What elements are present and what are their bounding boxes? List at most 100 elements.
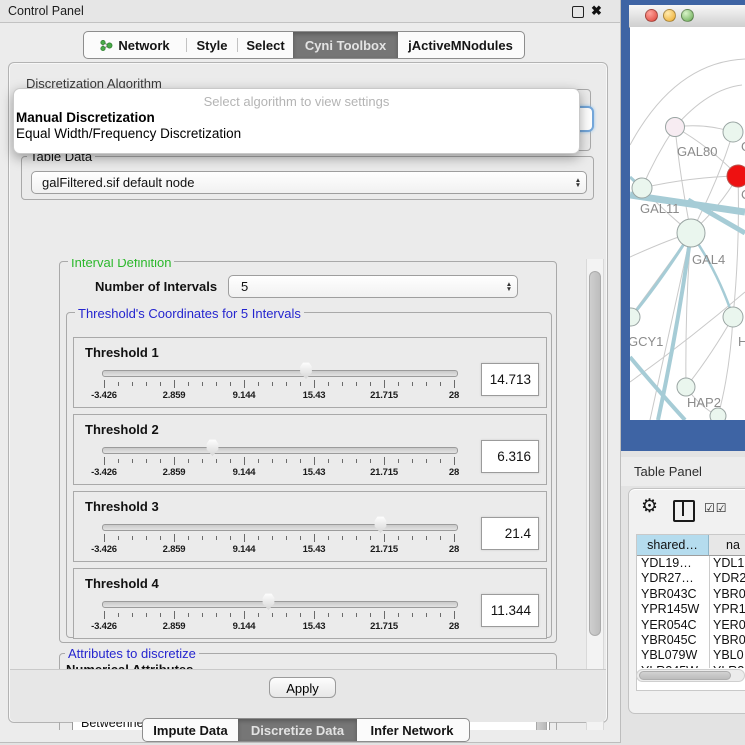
threshold-label: Threshold 2 xyxy=(85,422,159,437)
network-node-label: C xyxy=(741,187,745,202)
network-node-label: GAL4 xyxy=(692,252,725,267)
dropdown-option-manual[interactable]: Manual Discretization xyxy=(16,110,155,125)
minimize-traffic-light[interactable] xyxy=(663,9,676,22)
interval-definition-group: Interval Definition Number of Intervals … xyxy=(59,261,557,643)
threshold-4-panel: Threshold 4 -3.4262.8599.14415.4321.7152… xyxy=(73,568,547,639)
table-cell: YDL19… xyxy=(637,556,710,571)
float-window-icon[interactable] xyxy=(572,6,584,18)
table-panel-title: Table Panel xyxy=(634,464,702,479)
table-cell: YBL0 xyxy=(713,648,745,663)
threshold-slider-track[interactable] xyxy=(102,601,458,608)
threshold-value-field[interactable]: 6.316 xyxy=(481,440,539,473)
tab-network[interactable]: Network xyxy=(84,32,186,58)
threshold-slider-track[interactable] xyxy=(102,524,458,531)
dropdown-prompt: Select algorithm to view settings xyxy=(14,94,579,109)
table-row[interactable]: YDR27…YDR2 xyxy=(637,571,745,586)
interval-definition-title: Interval Definition xyxy=(68,259,174,269)
close-traffic-light[interactable] xyxy=(645,9,658,22)
table-cell: YPR145W xyxy=(637,602,710,617)
threshold-slider-track[interactable] xyxy=(102,447,458,454)
close-icon[interactable]: ✖ xyxy=(591,3,602,19)
table-hscrollbar-thumb[interactable] xyxy=(639,671,731,680)
control-panel-titlebar: Control Panel ✖ xyxy=(0,0,620,23)
threshold-label: Threshold 3 xyxy=(85,499,159,514)
tab-style[interactable]: Style xyxy=(187,32,237,58)
number-of-intervals-value: 5 xyxy=(229,279,501,294)
tab-impute-data[interactable]: Impute Data xyxy=(143,719,238,741)
network-node-c[interactable] xyxy=(727,165,745,187)
panel-scrollbar-thumb[interactable] xyxy=(589,271,601,636)
apply-button[interactable]: Apply xyxy=(269,677,336,698)
zoom-traffic-light[interactable] xyxy=(681,9,694,22)
threshold-2-panel: Threshold 2 -3.4262.8599.14415.4321.7152… xyxy=(73,414,547,485)
tab-network-label: Network xyxy=(118,38,169,53)
slider-tick-labels: -3.4262.8599.14415.4321.71528 xyxy=(102,390,456,402)
gear-icon[interactable]: ⚙ xyxy=(641,495,658,518)
threshold-1-panel: Threshold 1 -3.4262.8599.14415.4321.7152… xyxy=(73,337,547,408)
threshold-value-field[interactable]: 11.344 xyxy=(481,594,539,627)
table-cell: YER0 xyxy=(713,618,745,633)
attributes-group-title: Attributes to discretize xyxy=(65,647,199,660)
network-node-gal11[interactable] xyxy=(632,178,652,198)
combobox-stepper-icon[interactable]: ▲▼ xyxy=(570,178,586,188)
table-cell: YLR345W xyxy=(637,664,710,668)
network-node-gal80[interactable] xyxy=(666,118,685,137)
tab-select[interactable]: Select xyxy=(238,32,293,58)
column-header-name[interactable]: na xyxy=(709,535,745,556)
number-of-intervals-label: Number of Intervals xyxy=(95,279,217,294)
combobox-stepper-icon[interactable]: ▲▼ xyxy=(501,282,517,292)
tab-infer-network[interactable]: Infer Network xyxy=(357,719,467,741)
network-node[interactable] xyxy=(710,408,726,420)
panel-vertical-scrollbar[interactable] xyxy=(586,259,604,730)
tab-cyni-toolbox[interactable]: Cyni Toolbox xyxy=(293,32,398,58)
threshold-value-field[interactable]: 14.713 xyxy=(481,363,539,396)
table-cell: YPR1 xyxy=(713,602,745,617)
table-row[interactable]: YER054CYER0 xyxy=(637,618,745,633)
table-rows: YDL19…YDL1YDR27…YDR2YBR043CYBR0YPR145WYP… xyxy=(637,556,745,668)
thresholds-group-title: Threshold's Coordinates for 5 Intervals xyxy=(75,307,304,320)
slider-ticks xyxy=(102,380,456,389)
table-cell: YDL1 xyxy=(713,556,745,571)
threshold-slider-track[interactable] xyxy=(102,370,458,377)
number-of-intervals-combobox[interactable]: 5 ▲▼ xyxy=(228,275,518,298)
cyni-toolbox-panel: Discretization Algorithm galFiltered.sif… xyxy=(8,62,608,723)
dropdown-option-equal-width[interactable]: Equal Width/Frequency Discretization xyxy=(16,126,241,141)
network-node-gcy1[interactable] xyxy=(630,308,640,326)
tab-jactivemnodules[interactable]: jActiveMNodules xyxy=(398,32,523,58)
network-node-label: GAL11 xyxy=(640,201,680,216)
network-node-hap2[interactable] xyxy=(677,378,695,396)
algorithm-dropdown-popup: Select algorithm to view settings Manual… xyxy=(13,88,580,154)
table-cell: YBR0 xyxy=(713,633,745,648)
threshold-value-field[interactable]: 21.4 xyxy=(481,517,539,550)
checkbox-icons[interactable]: ☑☑ xyxy=(704,501,728,515)
threshold-3-panel: Threshold 3 -3.4262.8599.14415.4321.7152… xyxy=(73,491,547,562)
network-view-window: GAL80GCGAL11GAL4GCY1HHAP2 xyxy=(621,0,745,451)
threshold-label: Threshold 4 xyxy=(85,576,159,591)
table-cell: YBR043C xyxy=(637,587,710,602)
table-data-combobox[interactable]: galFiltered.sif default node ▲▼ xyxy=(31,171,587,194)
thresholds-group: Threshold's Coordinates for 5 Intervals … xyxy=(66,312,552,638)
column-header-shared[interactable]: shared… xyxy=(637,535,709,556)
table-row[interactable]: YBR043CYBR0 xyxy=(637,587,745,602)
network-canvas[interactable]: GAL80GCGAL11GAL4GCY1HHAP2 xyxy=(630,27,745,420)
columns-icon[interactable] xyxy=(673,500,695,522)
table-row[interactable]: YLR345WYLR3 xyxy=(637,664,745,668)
table-cell: YDR27… xyxy=(637,571,710,586)
table-row[interactable]: YDL19…YDL1 xyxy=(637,556,745,571)
table-panel-header: Table Panel xyxy=(621,457,745,486)
network-node-label: H xyxy=(738,334,745,349)
network-node-gal4[interactable] xyxy=(677,219,705,247)
table-cell: YBL079W xyxy=(637,648,710,663)
top-tabbar: Network Style Select Cyni Toolbox jActiv… xyxy=(83,31,525,59)
network-node-h[interactable] xyxy=(723,307,743,327)
scroll-viewport: Interval Definition Number of Intervals … xyxy=(25,259,585,730)
table-row[interactable]: YBL079WYBL0 xyxy=(637,648,745,663)
slider-tick-labels: -3.4262.8599.14415.4321.71528 xyxy=(102,467,456,479)
table-row[interactable]: YPR145WYPR1 xyxy=(637,602,745,617)
tab-discretize-data[interactable]: Discretize Data xyxy=(238,719,357,741)
table-row[interactable]: YBR045CYBR0 xyxy=(637,633,745,648)
bottom-tabbar: Impute Data Discretize Data Infer Networ… xyxy=(142,718,470,742)
table-horizontal-scrollbar[interactable] xyxy=(636,669,745,682)
table-cell: YBR045C xyxy=(637,633,710,648)
network-node-g[interactable] xyxy=(723,122,743,142)
